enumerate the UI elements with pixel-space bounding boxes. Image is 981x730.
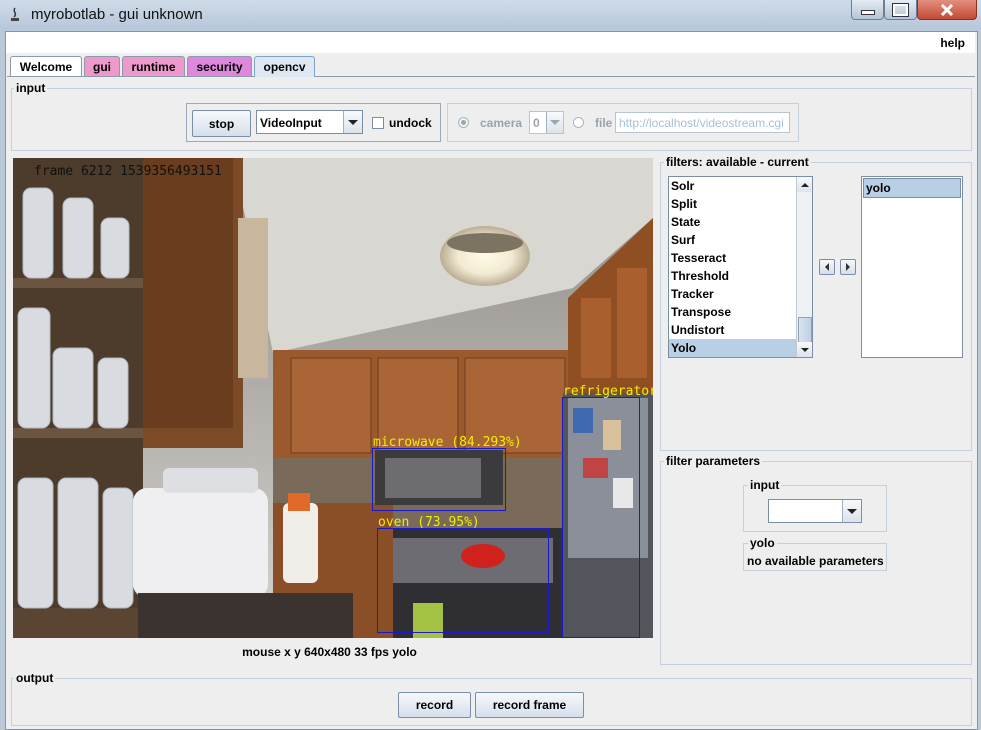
detection-label-oven: oven (73.95%) (378, 515, 480, 530)
java-app-icon (11, 7, 19, 21)
tab-gui[interactable]: gui (84, 56, 120, 76)
window-title-bar[interactable]: myrobotlab - gui unknown (0, 0, 981, 30)
minimize-icon (860, 10, 875, 15)
param-input-select[interactable] (768, 499, 862, 523)
param-input-legend: input (748, 478, 782, 492)
maximize-button[interactable] (884, 0, 917, 20)
video-display[interactable]: frame 6212 1539356493151 microwave (84.2… (13, 158, 653, 638)
minimize-button[interactable] (851, 0, 884, 20)
close-icon (940, 3, 954, 16)
list-item-selected[interactable]: yolo (863, 178, 961, 198)
record-button-label: record (415, 698, 454, 712)
param-yolo-text: no available parameters (747, 554, 884, 568)
list-item[interactable]: Surf (669, 231, 812, 249)
undock-checkbox[interactable] (372, 117, 384, 129)
tab-label: security (196, 59, 243, 74)
list-item[interactable]: Undistort (669, 321, 812, 339)
add-filter-button[interactable] (840, 259, 856, 275)
list-item-selected[interactable]: Yolo (669, 339, 812, 357)
tab-label: gui (93, 59, 111, 74)
window-title: myrobotlab - gui unknown (31, 6, 203, 23)
chevron-down-icon (842, 500, 861, 522)
record-button[interactable]: record (398, 692, 471, 718)
chevron-down-icon (546, 112, 563, 133)
close-button[interactable] (917, 0, 977, 20)
scrollbar[interactable] (796, 177, 812, 357)
undock-label: undock (389, 116, 432, 130)
file-label: file (595, 116, 613, 130)
stop-button[interactable]: stop (192, 110, 251, 137)
detection-label-refrigerator: refrigerator (563, 384, 653, 399)
tab-welcome[interactable]: Welcome (10, 56, 82, 76)
list-item[interactable]: Threshold (669, 267, 812, 285)
file-url-value: http://localhost/videostream.cgi (619, 116, 784, 130)
source-select-value: VideoInput (260, 116, 322, 130)
scroll-down-icon[interactable] (797, 342, 812, 357)
camera-frame-image (13, 158, 653, 638)
list-item[interactable]: Split (669, 195, 812, 213)
menu-help[interactable]: help (940, 36, 965, 50)
available-filters-list[interactable]: Solr Split State Surf Tesseract Threshol… (668, 176, 813, 358)
input-legend: input (14, 81, 48, 95)
menu-bar: help (6, 32, 975, 53)
arrow-left-icon (825, 263, 829, 271)
tab-security[interactable]: security (187, 56, 252, 76)
tab-label: runtime (131, 59, 176, 74)
video-overlay-text: frame 6212 1539356493151 (34, 164, 222, 179)
arrow-right-icon (846, 263, 850, 271)
output-legend: output (14, 671, 56, 685)
list-item[interactable]: Solr (669, 177, 812, 195)
list-item[interactable]: Tracker (669, 285, 812, 303)
camera-label: camera (480, 116, 523, 130)
file-url-input[interactable]: http://localhost/videostream.cgi (615, 112, 790, 133)
file-radio[interactable] (573, 117, 584, 128)
source-select[interactable]: VideoInput (256, 110, 363, 134)
record-frame-button-label: record frame (492, 698, 567, 712)
remove-filter-button[interactable] (819, 259, 835, 275)
scroll-up-icon[interactable] (797, 177, 812, 192)
tab-label: opencv (263, 60, 306, 74)
list-item[interactable]: State (669, 213, 812, 231)
stop-button-label: stop (208, 116, 235, 131)
list-item[interactable]: Tesseract (669, 249, 812, 267)
camera-index-value: 0 (533, 116, 540, 130)
filters-legend: filters: available - current (664, 155, 811, 169)
detection-label-microwave: microwave (84.293%) (373, 435, 522, 450)
list-item[interactable]: Transpose (669, 303, 812, 321)
scroll-thumb[interactable] (798, 317, 812, 343)
current-filters-list[interactable]: yolo (861, 176, 963, 358)
video-status: mouse x y 640x480 33 fps yolo (242, 645, 417, 659)
tab-runtime[interactable]: runtime (122, 56, 185, 76)
param-yolo-legend: yolo (748, 536, 777, 550)
tab-label: Welcome (19, 59, 73, 74)
filter-parameters-legend: filter parameters (664, 454, 763, 468)
maximize-icon (892, 2, 909, 17)
record-frame-button[interactable]: record frame (475, 692, 584, 718)
chevron-down-icon (343, 111, 362, 133)
camera-radio[interactable] (458, 117, 469, 128)
camera-index-select[interactable]: 0 (529, 111, 564, 134)
tab-opencv[interactable]: opencv (254, 56, 315, 77)
